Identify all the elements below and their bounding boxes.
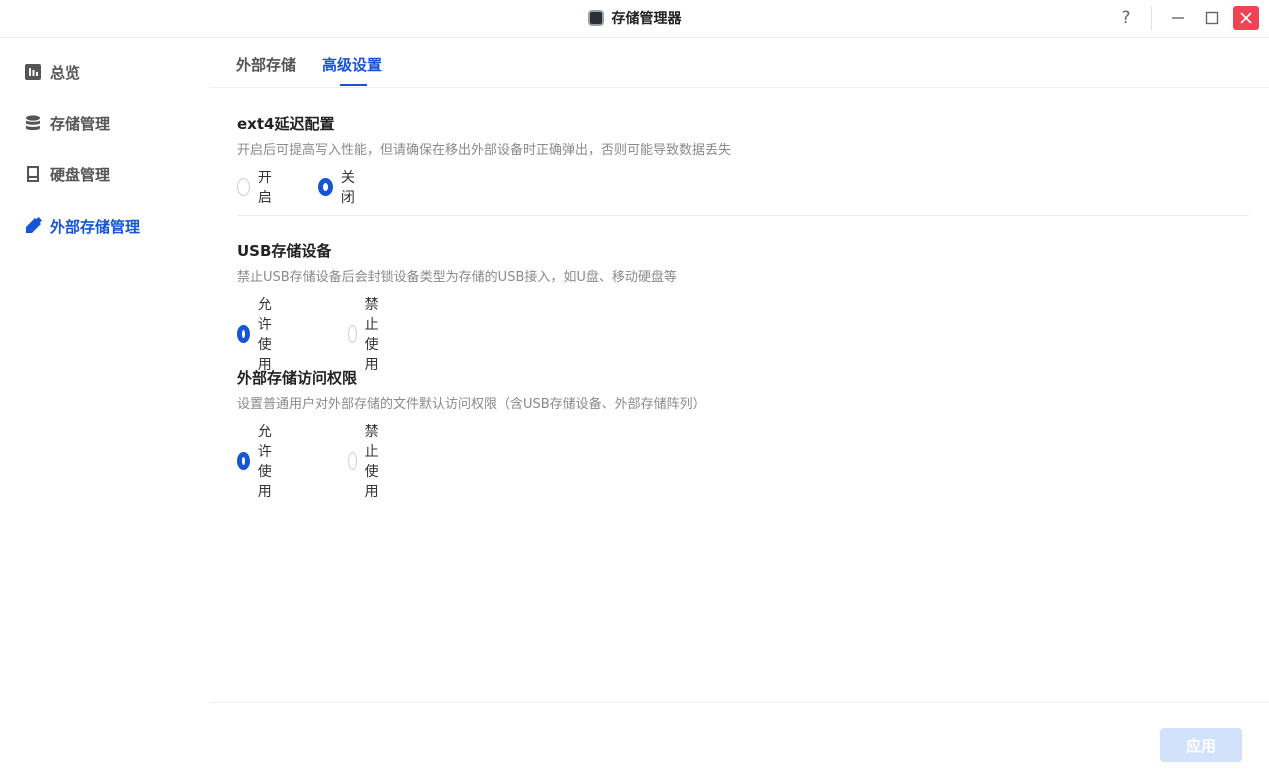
section-title: USB存储设备 (237, 242, 332, 260)
radio-enable[interactable]: 开启 (237, 167, 277, 207)
help-icon: ? (1121, 8, 1131, 28)
section-divider (237, 215, 1249, 216)
help-button[interactable]: ? (1114, 6, 1138, 30)
sidebar-item-label: 硬盘管理 (50, 165, 111, 184)
sidebar-item-external-storage[interactable]: 外部存储管理 (24, 214, 140, 238)
disk-icon (24, 165, 42, 183)
section-description: 开启后可提高写入性能，但请确保在移出外部设备时正确弹出，否则可能导致数据丢失 (237, 143, 732, 158)
radio-label: 禁止使用 (364, 297, 379, 373)
database-icon (24, 114, 42, 132)
radio-label: 关闭 (340, 170, 355, 206)
close-icon (1240, 12, 1252, 24)
radio-forbid[interactable]: 禁止使用 (348, 421, 388, 501)
tab-advanced-settings[interactable]: 高级设置 (322, 54, 382, 75)
radio-circle[interactable] (348, 325, 357, 343)
section-external-access: 外部存储访问权限 设置普通用户对外部存储的文件默认访问权限（含USB存储设备、外… (237, 367, 1249, 500)
sidebar-item-label: 外部存储管理 (50, 217, 141, 236)
tab-external-storage[interactable]: 外部存储 (236, 54, 296, 75)
title-bar: 存储管理器 ? (0, 0, 1269, 38)
radio-circle-checked[interactable] (318, 178, 333, 196)
radio-circle[interactable] (237, 178, 250, 196)
title-wrap: 存储管理器 (0, 0, 1269, 36)
radio-label: 禁止使用 (364, 424, 379, 500)
usb-drive-icon (24, 217, 42, 235)
radio-circle-checked[interactable] (237, 325, 250, 343)
app-icon (587, 10, 604, 26)
maximize-icon (1205, 11, 1219, 25)
close-button[interactable] (1233, 6, 1259, 30)
sidebar-item-label: 总览 (50, 63, 81, 82)
maximize-button[interactable] (1200, 6, 1224, 30)
radio-label: 开启 (257, 170, 272, 206)
minimize-icon (1172, 17, 1184, 19)
radio-circle-checked[interactable] (237, 452, 250, 470)
sidebar-item-storage[interactable]: 存储管理 (24, 111, 110, 135)
window-title: 存储管理器 (611, 11, 682, 27)
section-usb-storage: USB存储设备 禁止USB存储设备后会封锁设备类型为存储的USB接入，如U盘、移… (237, 240, 1249, 373)
sidebar-item-label: 存储管理 (50, 114, 111, 133)
storage-manager-window: 存储管理器 ? 总览 存储管理 硬盘管理 外部存储管理 外部存储 高级设置 ex… (0, 0, 1269, 773)
titlebar-separator (1151, 6, 1152, 30)
radio-label: 允许使用 (257, 424, 272, 500)
radio-allow[interactable]: 允许使用 (237, 294, 277, 374)
minimize-button[interactable] (1166, 6, 1190, 30)
active-tab-indicator (340, 84, 367, 86)
section-title: ext4延迟配置 (237, 115, 335, 133)
section-ext4-delay: ext4延迟配置 开启后可提高写入性能，但请确保在移出外部设备时正确弹出，否则可… (237, 113, 1249, 206)
sidebar-item-disk[interactable]: 硬盘管理 (24, 162, 110, 186)
section-description: 禁止USB存储设备后会封锁设备类型为存储的USB接入，如U盘、移动硬盘等 (237, 270, 677, 285)
section-title: 外部存储访问权限 (237, 369, 358, 387)
sidebar-item-overview[interactable]: 总览 (24, 60, 80, 84)
radio-circle[interactable] (348, 452, 357, 470)
sidebar: 总览 存储管理 硬盘管理 外部存储管理 (0, 38, 210, 773)
radio-forbid[interactable]: 禁止使用 (348, 294, 388, 374)
radio-disable[interactable]: 关闭 (318, 167, 358, 207)
radio-label: 允许使用 (257, 297, 272, 373)
apply-button[interactable]: 应用 (1160, 728, 1242, 762)
section-description: 设置普通用户对外部存储的文件默认访问权限（含USB存储设备、外部存储阵列） (237, 397, 706, 412)
tab-bar: 外部存储 高级设置 (210, 38, 1269, 88)
chart-icon (24, 63, 42, 81)
footer-divider (210, 702, 1269, 703)
radio-allow[interactable]: 允许使用 (237, 421, 277, 501)
